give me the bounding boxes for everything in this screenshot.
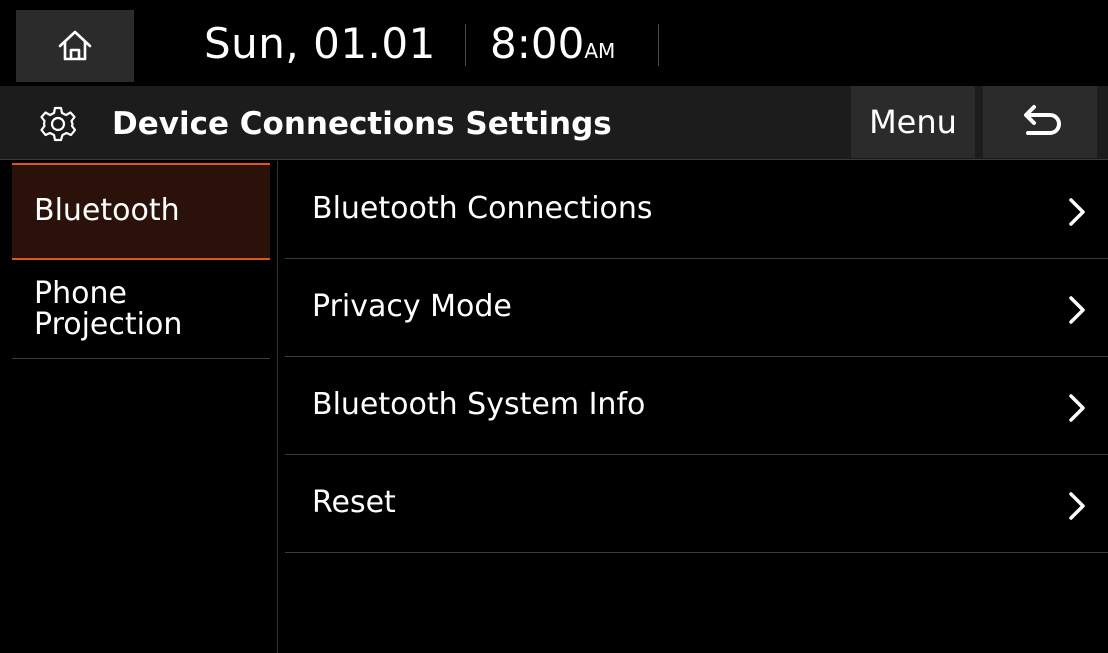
sidebar-item-bluetooth[interactable]: Bluetooth (12, 163, 270, 260)
menu-button[interactable]: Menu (851, 86, 975, 158)
page-title: Device Connections Settings (112, 106, 612, 142)
status-divider (658, 24, 659, 66)
home-icon (58, 30, 92, 61)
gear-icon (40, 106, 77, 142)
back-button[interactable] (983, 86, 1097, 158)
list-item-bluetooth-system-info[interactable]: Bluetooth System Info (285, 357, 1108, 455)
panel-divider (277, 161, 278, 653)
list-item-privacy-mode[interactable]: Privacy Mode (285, 259, 1108, 357)
list-item-label: Bluetooth Connections (312, 191, 653, 226)
status-bar: Sun, 01.01 8:00AM (0, 0, 1108, 84)
settings-list: Bluetooth Connections Privacy Mode Bluet… (285, 161, 1108, 553)
time-display: 8:00AM (490, 18, 615, 77)
category-sidebar: Bluetooth Phone Projection (12, 161, 270, 653)
sidebar-item-phone-projection[interactable]: Phone Projection (12, 260, 270, 359)
time-ampm: AM (584, 39, 616, 63)
title-bar: Device Connections Settings Menu (0, 86, 1108, 160)
date-display: Sun, 01.01 (204, 19, 436, 68)
sidebar-item-label: Bluetooth (34, 193, 180, 228)
list-item-bluetooth-connections[interactable]: Bluetooth Connections (285, 161, 1108, 259)
home-button[interactable] (16, 10, 134, 82)
back-arrow-icon (1024, 105, 1061, 135)
list-item-reset[interactable]: Reset (285, 455, 1108, 553)
list-item-label: Bluetooth System Info (312, 387, 646, 422)
sidebar-item-label: Phone Projection (34, 276, 183, 342)
status-divider (465, 24, 466, 66)
list-item-label: Privacy Mode (312, 289, 512, 324)
time-value: 8:00 (490, 19, 585, 68)
chevron-right-icon (1069, 492, 1085, 520)
list-item-label: Reset (312, 485, 396, 520)
chevron-right-icon (1069, 394, 1085, 422)
chevron-right-icon (1069, 296, 1085, 324)
chevron-right-icon (1069, 198, 1085, 226)
